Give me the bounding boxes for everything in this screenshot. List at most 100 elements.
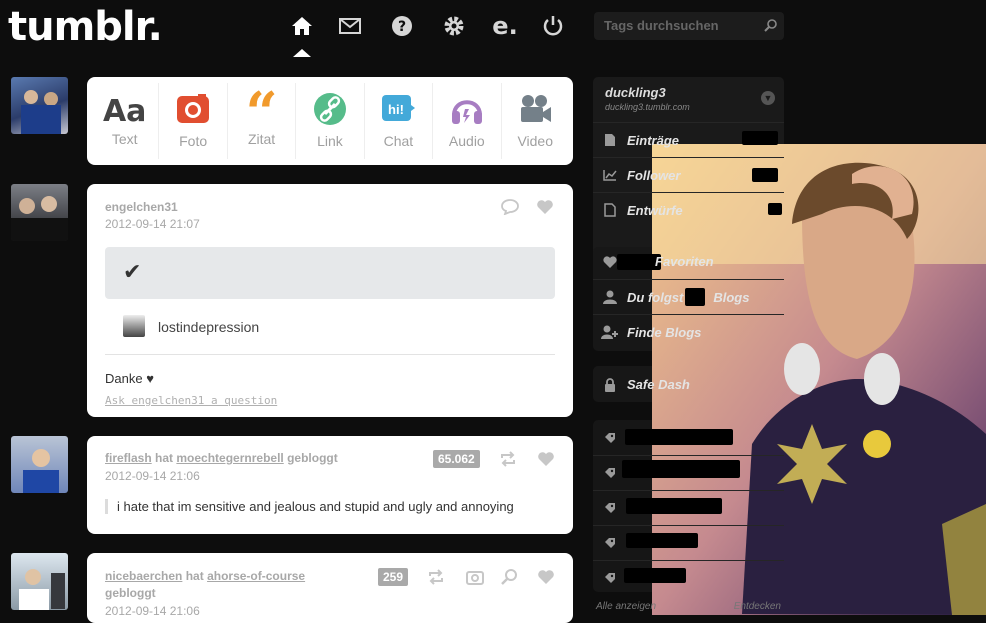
composer-foto-button[interactable]: Foto: [159, 83, 228, 159]
draft-icon: [593, 203, 627, 217]
reblog-line: fireflash hat moechtegernrebell gebloggt: [105, 451, 338, 465]
tag-search-input[interactable]: Tags durchsuchen: [594, 12, 784, 40]
heart-icon: [593, 255, 627, 268]
avatar[interactable]: [11, 184, 68, 241]
svg-text:hi!: hi!: [388, 102, 404, 117]
search-icon[interactable]: [764, 18, 778, 32]
power-icon[interactable]: [539, 12, 567, 40]
like-heart-icon[interactable]: [537, 451, 555, 467]
avatar[interactable]: [11, 77, 68, 134]
sidebar-rows: Einträge Follower Entwürfe Favoriten Du folg…: [593, 77, 786, 615]
composer-audio-button[interactable]: Audio: [433, 83, 502, 159]
sidebar-item-followers[interactable]: Follower: [593, 157, 784, 192]
photo-icon[interactable]: [466, 569, 484, 585]
sidebar-item-favorites[interactable]: Favoriten: [593, 244, 784, 279]
help-icon[interactable]: ?: [388, 12, 416, 40]
reply-icon[interactable]: [501, 199, 519, 215]
sidebar-item-label: Du folgst: [627, 289, 684, 305]
post-card: fireflash hat moechtegernrebell gebloggt…: [87, 436, 573, 534]
notes-count[interactable]: 259: [378, 568, 409, 586]
text-icon: Aa: [102, 93, 147, 129]
avatar[interactable]: [11, 553, 68, 610]
search-placeholder: Tags durchsuchen: [604, 18, 719, 33]
composer-link-button[interactable]: Link: [296, 83, 365, 159]
post-date[interactable]: 2012-09-14 21:06: [105, 604, 200, 618]
zoom-icon[interactable]: [501, 568, 519, 586]
like-heart-icon[interactable]: [537, 569, 555, 585]
quote-icon: “: [245, 79, 278, 146]
composer-label: Audio: [448, 133, 485, 149]
safe-dash-label: Safe Dash: [627, 377, 690, 392]
sidebar-item-label: Einträge: [627, 132, 680, 148]
reblog-line: nicebaerchen hat ahorse-of-course geblog…: [105, 568, 335, 602]
composer-label: Zitat: [247, 130, 276, 147]
checkmark-icon: ✔: [123, 260, 142, 285]
video-icon: [518, 93, 552, 130]
sidebar-item-following[interactable]: Du folgst Blogs: [593, 279, 784, 314]
tracked-tag-item[interactable]: [593, 420, 784, 455]
asker-avatar[interactable]: [123, 315, 145, 337]
post-card: nicebaerchen hat ahorse-of-course geblog…: [87, 553, 573, 623]
mail-icon[interactable]: [336, 12, 364, 40]
tag-icon: [593, 432, 627, 444]
active-tab-indicator: [293, 49, 311, 57]
source-blog-name[interactable]: moechtegernrebell: [176, 451, 283, 465]
composer-label: Link: [317, 133, 343, 149]
asker-name[interactable]: lostindepression: [158, 319, 259, 335]
composer-chat-button[interactable]: hi! Chat: [365, 83, 434, 159]
divider: [105, 354, 555, 355]
camera-icon: [176, 93, 210, 130]
person-add-icon: [593, 325, 627, 339]
composer-video-button[interactable]: Video: [502, 83, 569, 159]
like-heart-icon[interactable]: [536, 199, 554, 215]
tag-icon: [593, 572, 627, 584]
safe-dash-toggle[interactable]: Safe Dash: [593, 367, 784, 402]
show-all-link[interactable]: Alle anzeigen: [596, 601, 656, 612]
answer-box: ✔: [105, 247, 555, 299]
reblog-icon[interactable]: [499, 451, 517, 467]
sidebar-item-label: Finde Blogs: [627, 324, 702, 340]
sidebar-item-find-blogs[interactable]: Finde Blogs: [593, 314, 784, 349]
tumblr-logo[interactable]: tumblr.: [8, 4, 163, 50]
post-date[interactable]: 2012-09-14 21:07: [105, 217, 200, 231]
home-icon[interactable]: [288, 12, 316, 40]
composer-zitat-button[interactable]: “Zitat: [228, 79, 297, 159]
composer-text-button[interactable]: Aa Text: [91, 83, 160, 159]
tracked-tag-item[interactable]: [593, 560, 784, 595]
ask-link[interactable]: Ask engelchen31 a question: [105, 394, 277, 407]
post-body: Danke ♥: [105, 371, 154, 386]
chart-icon: [593, 169, 627, 181]
composer-label: Text: [111, 130, 138, 147]
tag-icon: [593, 502, 627, 514]
sidebar-item-label: Entwürfe: [627, 202, 683, 218]
explore-link[interactable]: Entdecken: [734, 601, 781, 612]
sidebar-item-label-suffix: Blogs: [713, 289, 750, 305]
tracked-tag-item[interactable]: [593, 525, 784, 560]
post-type-composer: Aa Text Foto “Zitat Link hi! Chat Audio Video: [87, 77, 573, 165]
reblog-icon[interactable]: [427, 569, 445, 585]
composer-label: Chat: [383, 133, 414, 149]
tracked-tag-item[interactable]: [593, 455, 784, 490]
e-icon[interactable]: e.: [491, 12, 519, 40]
post-date[interactable]: 2012-09-14 21:06: [105, 469, 200, 483]
tracked-tag-item[interactable]: [593, 490, 784, 525]
post-quote: i hate that im sensitive and jealous and…: [105, 499, 514, 514]
audio-icon: [450, 93, 484, 130]
notes-count[interactable]: 65.062: [433, 450, 480, 468]
reblog-action: gebloggt: [105, 586, 156, 600]
avatar[interactable]: [11, 436, 68, 493]
post-blog-name[interactable]: engelchen31: [105, 200, 178, 214]
source-blog-name[interactable]: ahorse-of-course: [207, 569, 305, 583]
svg-text:?: ?: [398, 19, 406, 35]
lock-icon: [593, 377, 627, 392]
reblog-verb: hat: [185, 569, 204, 583]
tag-icon: [593, 467, 627, 479]
document-icon: [593, 133, 627, 147]
link-icon: [313, 93, 346, 130]
sidebar-item-posts[interactable]: Einträge: [593, 122, 784, 157]
post-blog-name[interactable]: nicebaerchen: [105, 569, 182, 583]
sidebar-item-label: Favoriten: [655, 254, 714, 269]
gear-icon[interactable]: [440, 12, 468, 40]
sidebar-item-drafts[interactable]: Entwürfe: [593, 192, 784, 227]
post-blog-name[interactable]: fireflash: [105, 451, 152, 465]
